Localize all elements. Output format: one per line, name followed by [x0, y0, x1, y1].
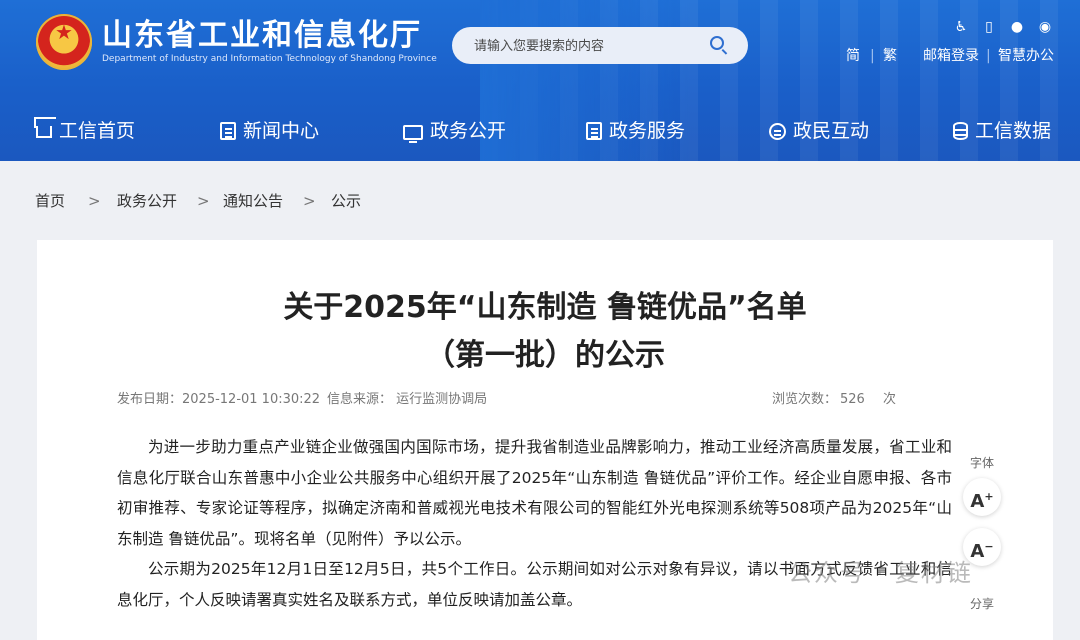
mail-login-link[interactable]: 邮箱登录	[923, 46, 979, 66]
nav-item-label: 政务公开	[430, 120, 507, 142]
simplified-chinese-link[interactable]: 简	[846, 46, 860, 66]
views-unit: 次	[883, 392, 897, 407]
nav-item-home[interactable]: 工信首页	[36, 105, 135, 157]
national-emblem-icon: ★	[36, 14, 92, 70]
publish-date: 发布日期：2025-12-01 10:30:22	[117, 392, 321, 407]
wechat-icon[interactable]: ●	[1008, 18, 1026, 36]
link-separator: |	[986, 48, 991, 64]
main-nav: 工信首页 新闻中心 政务公开 政务服务 政民互动 工信数据	[0, 105, 1080, 157]
home-icon	[36, 126, 52, 138]
nav-item-label: 政务服务	[609, 120, 686, 142]
nav-item-data[interactable]: 工信数据	[953, 105, 1051, 157]
article-paragraph: 为进一步助力重点产业链企业做强国内国际市场，提升我省制造业品牌影响力，推动工业经…	[117, 438, 952, 548]
accessibility-icon[interactable]: ♿	[952, 18, 970, 36]
database-icon	[953, 122, 968, 140]
service-icon	[586, 122, 602, 140]
site-header: ★ 山东省工业和信息化厅 Department of Industry and …	[0, 0, 1080, 161]
screen-icon	[403, 125, 423, 143]
breadcrumb-separator: >	[197, 192, 210, 210]
views-count: 526	[840, 392, 865, 407]
nav-item-label: 工信首页	[59, 120, 136, 142]
traditional-chinese-link[interactable]: 繁	[883, 46, 897, 66]
font-size-label: 字体	[969, 456, 994, 470]
nav-item-services[interactable]: 政务服务	[586, 105, 685, 157]
site-subtitle: Department of Industry and Information T…	[102, 54, 437, 64]
breadcrumb-government-affairs[interactable]: 政务公开	[117, 190, 177, 212]
breadcrumb-separator: >	[303, 192, 316, 210]
breadcrumb-home[interactable]: 首页	[35, 190, 65, 212]
enlarge-font-button[interactable]: A+	[963, 478, 1001, 516]
site-title[interactable]: 山东省工业和信息化厅	[102, 18, 422, 54]
breadcrumb-current: 公示	[331, 192, 362, 210]
views-label: 浏览次数：	[772, 392, 838, 407]
minus-icon: −	[984, 540, 994, 553]
search-icon[interactable]	[710, 36, 724, 50]
weibo-icon[interactable]: ◉	[1036, 18, 1054, 36]
nav-item-label: 工信数据	[975, 120, 1052, 142]
link-separator: |	[870, 48, 875, 64]
nav-item-label: 政民互动	[793, 120, 870, 142]
search-box[interactable]	[452, 27, 748, 64]
nav-item-interaction[interactable]: 政民互动	[769, 105, 869, 157]
breadcrumb-notices[interactable]: 通知公告	[223, 190, 283, 212]
plus-icon: +	[984, 490, 994, 503]
nav-item-label: 新闻中心	[243, 120, 320, 142]
share-label[interactable]: 分享	[957, 595, 1007, 612]
interaction-icon	[769, 123, 786, 140]
news-icon	[220, 122, 236, 140]
article-title-line2: （第一批）的公示	[425, 338, 665, 373]
breadcrumb-separator: >	[88, 192, 101, 210]
nav-item-government-affairs[interactable]: 政务公开	[403, 105, 506, 157]
mobile-icon[interactable]: ▯	[980, 18, 998, 36]
smart-office-link[interactable]: 智慧办公	[998, 46, 1054, 66]
watermark: 公众号 · 复材链	[788, 559, 973, 587]
search-input[interactable]	[472, 35, 706, 57]
article-title-line1: 关于2025年“山东制造 鲁链优品”名单	[283, 290, 807, 325]
info-source: 信息来源： 运行监测协调局	[327, 392, 488, 407]
nav-item-news[interactable]: 新闻中心	[220, 105, 319, 157]
enlarge-font-glyph: A	[970, 491, 985, 512]
